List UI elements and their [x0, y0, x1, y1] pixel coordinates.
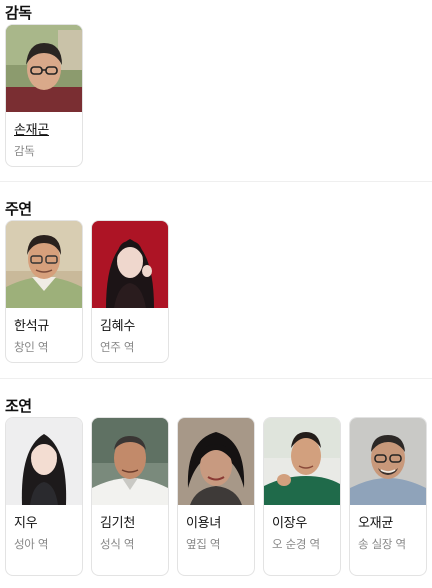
person-name[interactable]: 지우: [14, 516, 38, 532]
supporting-section-title: 조연: [5, 397, 32, 415]
person-role: 옆집 역: [186, 537, 221, 551]
person-card-director[interactable]: 손재곤 감독: [5, 24, 83, 167]
person-card-supporting-4[interactable]: 이장우 오 순경 역: [263, 417, 341, 576]
person-role: 오 순경 역: [272, 537, 320, 551]
person-card-supporting-2[interactable]: 김기천 성식 역: [91, 417, 169, 576]
director-section-title: 감독: [5, 4, 32, 22]
person-photo: [6, 25, 82, 112]
person-role: 감독: [14, 144, 35, 158]
lead-section-title: 주연: [5, 200, 32, 218]
person-photo: [6, 418, 82, 505]
person-card-supporting-3[interactable]: 이용녀 옆집 역: [177, 417, 255, 576]
person-name[interactable]: 오재균: [358, 516, 393, 532]
person-role: 송 실장 역: [358, 537, 406, 551]
person-card-supporting-1[interactable]: 지우 성아 역: [5, 417, 83, 576]
person-role: 연주 역: [100, 340, 135, 354]
person-card-supporting-5[interactable]: 오재균 송 실장 역: [349, 417, 427, 576]
person-photo: [92, 418, 168, 505]
person-photo: [264, 418, 340, 505]
person-photo: [350, 418, 426, 505]
person-photo: [6, 221, 82, 308]
person-name[interactable]: 이용녀: [186, 516, 221, 532]
person-name[interactable]: 김혜수: [100, 319, 135, 335]
person-card-lead-2[interactable]: 김혜수 연주 역: [91, 220, 169, 363]
section-divider: [0, 181, 432, 182]
person-role: 창인 역: [14, 340, 49, 354]
person-photo: [92, 221, 168, 308]
person-role: 성식 역: [100, 537, 135, 551]
section-divider: [0, 378, 432, 379]
person-name[interactable]: 손재곤: [14, 123, 49, 139]
person-name[interactable]: 한석규: [14, 319, 49, 335]
person-card-lead-1[interactable]: 한석규 창인 역: [5, 220, 83, 363]
person-name[interactable]: 김기천: [100, 516, 135, 532]
person-role: 성아 역: [14, 537, 49, 551]
person-name[interactable]: 이장우: [272, 516, 307, 532]
person-photo: [178, 418, 254, 505]
